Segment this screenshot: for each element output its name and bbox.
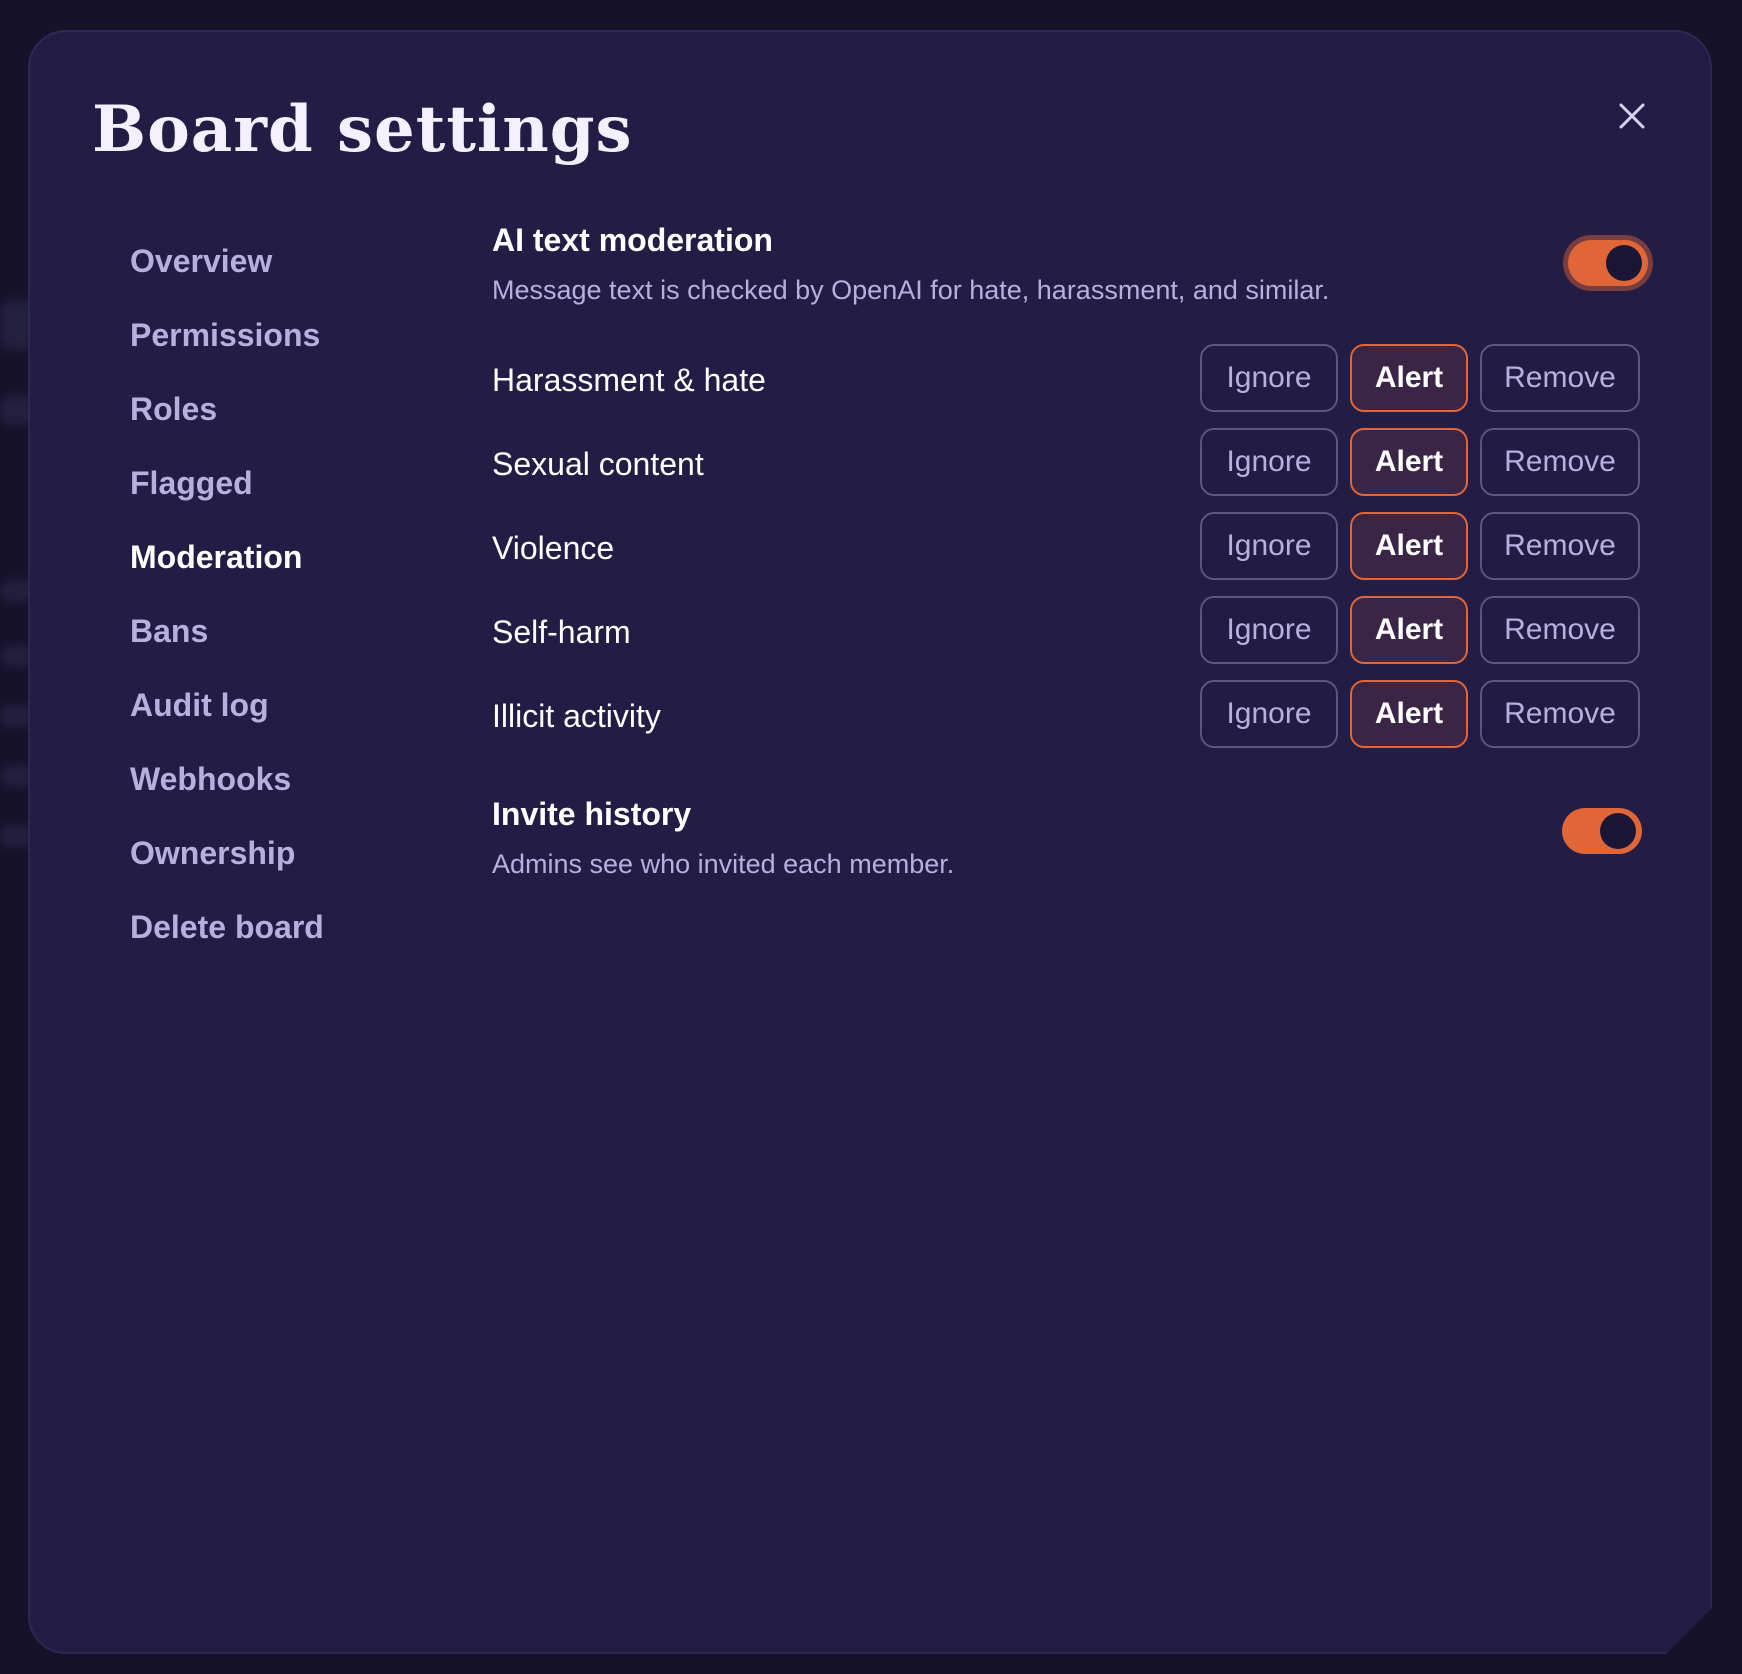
board-settings-modal: Board settings Overview Permissions Role… (28, 30, 1712, 1654)
ai-moderation-toggle[interactable] (1568, 240, 1648, 286)
moderation-categories: Harassment & hate Ignore Alert Remove Se… (492, 338, 1642, 758)
invite-history-toggle[interactable] (1562, 808, 1642, 854)
category-label: Violence (492, 529, 615, 566)
action-selector: Ignore Alert Remove (1200, 596, 1640, 664)
category-row-harassment: Harassment & hate Ignore Alert Remove (492, 338, 1642, 422)
alert-button[interactable]: Alert (1350, 512, 1468, 580)
remove-button[interactable]: Remove (1480, 596, 1640, 664)
ai-moderation-section: AI text moderation Message text is check… (492, 222, 1642, 306)
alert-button[interactable]: Alert (1350, 428, 1468, 496)
category-label: Illicit activity (492, 697, 661, 734)
category-row-violence: Violence Ignore Alert Remove (492, 506, 1642, 590)
moderation-panel: AI text moderation Message text is check… (492, 222, 1642, 880)
sidebar-item-permissions[interactable]: Permissions (130, 298, 450, 372)
category-row-sexual: Sexual content Ignore Alert Remove (492, 422, 1642, 506)
ignore-button[interactable]: Ignore (1200, 428, 1338, 496)
toggle-knob (1600, 813, 1636, 849)
sidebar-item-roles[interactable]: Roles (130, 372, 450, 446)
close-button[interactable] (1610, 94, 1654, 138)
category-row-self-harm: Self-harm Ignore Alert Remove (492, 590, 1642, 674)
ignore-button[interactable]: Ignore (1200, 680, 1338, 748)
invite-history-title: Invite history (492, 796, 692, 832)
category-label: Harassment & hate (492, 361, 766, 398)
remove-button[interactable]: Remove (1480, 428, 1640, 496)
invite-history-description: Admins see who invited each member. (492, 849, 955, 879)
close-icon (1618, 102, 1646, 130)
ignore-button[interactable]: Ignore (1200, 596, 1338, 664)
action-selector: Ignore Alert Remove (1200, 512, 1640, 580)
category-label: Self-harm (492, 613, 631, 650)
remove-button[interactable]: Remove (1480, 512, 1640, 580)
action-selector: Ignore Alert Remove (1200, 680, 1640, 748)
sidebar-item-ownership[interactable]: Ownership (130, 816, 450, 890)
sidebar-item-moderation[interactable]: Moderation (130, 520, 450, 594)
alert-button[interactable]: Alert (1350, 596, 1468, 664)
action-selector: Ignore Alert Remove (1200, 344, 1640, 412)
category-label: Sexual content (492, 445, 704, 482)
sidebar-item-bans[interactable]: Bans (130, 594, 450, 668)
modal-title: Board settings (92, 92, 633, 167)
sidebar-item-overview[interactable]: Overview (130, 224, 450, 298)
sidebar-item-audit-log[interactable]: Audit log (130, 668, 450, 742)
remove-button[interactable]: Remove (1480, 680, 1640, 748)
ignore-button[interactable]: Ignore (1200, 344, 1338, 412)
sidebar-item-webhooks[interactable]: Webhooks (130, 742, 450, 816)
settings-sidebar: Overview Permissions Roles Flagged Moder… (130, 224, 450, 964)
action-selector: Ignore Alert Remove (1200, 428, 1640, 496)
sidebar-item-delete-board[interactable]: Delete board (130, 890, 450, 964)
remove-button[interactable]: Remove (1480, 344, 1640, 412)
alert-button[interactable]: Alert (1350, 680, 1468, 748)
toggle-knob (1606, 245, 1642, 281)
category-row-illicit: Illicit activity Ignore Alert Remove (492, 674, 1642, 758)
ai-moderation-description: Message text is checked by OpenAI for ha… (492, 275, 1330, 305)
alert-button[interactable]: Alert (1350, 344, 1468, 412)
ai-moderation-title: AI text moderation (492, 222, 773, 258)
ignore-button[interactable]: Ignore (1200, 512, 1338, 580)
invite-history-section: Invite history Admins see who invited ea… (492, 796, 1642, 880)
sidebar-item-flagged[interactable]: Flagged (130, 446, 450, 520)
